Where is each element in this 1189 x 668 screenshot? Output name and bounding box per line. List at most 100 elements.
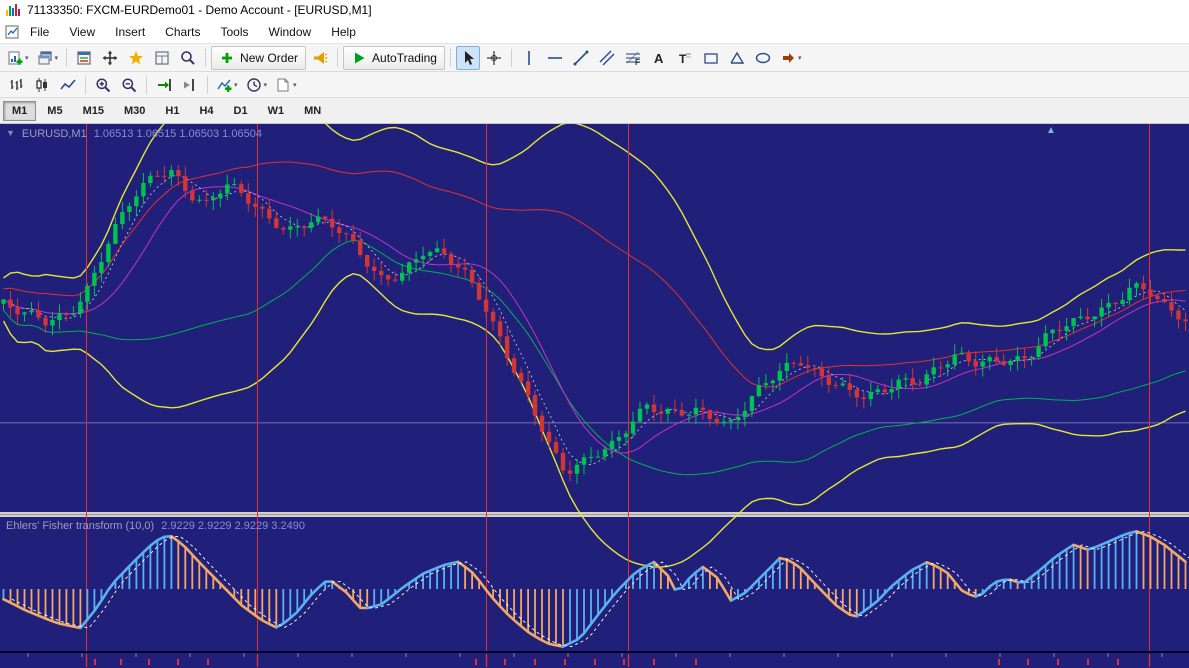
bars-chart-icon [8,77,24,93]
timeframe-m30-button[interactable]: M30 [115,101,154,121]
trendline-tool-button[interactable] [569,46,593,70]
market-watch-button[interactable] [72,46,96,70]
crosshair-icon [486,50,502,66]
new-chart-button[interactable]: ▾ [4,46,32,70]
chart-canvas[interactable] [0,124,1189,668]
indicators-button[interactable]: ▾ [213,73,241,97]
window-title: 71133350: FXCM-EURDemo01 - Demo Account … [27,3,372,17]
chart-window-icon[interactable] [4,24,20,40]
toolbar-separator [85,75,86,94]
cursor-tool-button[interactable] [455,45,480,70]
candlestick-chart-button[interactable] [30,73,54,97]
dropdown-caret-icon[interactable]: ▾ [264,81,268,89]
standard-toolbar: ▾ ▾ New Order AutoTrading F A T ▾ [0,44,1189,72]
ellipse-tool-button[interactable] [751,46,775,70]
zoom-out-button[interactable] [117,73,141,97]
crosshair-tool-button[interactable] [482,46,506,70]
fibonacci-retracement-tool-button[interactable]: F [621,46,645,70]
triangle-tool-button[interactable] [725,46,749,70]
horizontal-line-tool-button[interactable] [543,46,567,70]
vertical-line-tool-button[interactable] [517,46,541,70]
favorites-icon [128,50,144,66]
menu-tools[interactable]: Tools [211,22,259,42]
text-label-tool-button[interactable]: T [673,46,697,70]
chart-area[interactable]: ▼ EURUSD,M1 1.06513 1.06515 1.06503 1.06… [0,124,1189,668]
svg-text:A: A [654,51,664,66]
new-order-button-label: New Order [240,50,299,65]
menu-window[interactable]: Window [259,22,322,42]
profiles-icon [37,50,53,66]
dropdown-caret-icon[interactable]: ▾ [293,81,297,89]
menu-charts[interactable]: Charts [155,22,210,42]
line-chart-icon [60,77,76,93]
arrows-icon [780,50,796,66]
new-order-button[interactable]: New Order [211,45,307,70]
search-button[interactable] [176,46,200,70]
menu-view[interactable]: View [59,22,105,42]
timeframe-mn-button[interactable]: MN [295,101,330,121]
navigator-button[interactable] [98,46,122,70]
order-plus-icon [219,50,235,66]
hline-icon [547,50,563,66]
periods-button[interactable]: ▾ [243,73,271,97]
menubar: File View Insert Charts Tools Window Help [0,20,1189,44]
dropdown-caret-icon[interactable]: ▾ [234,81,238,89]
autotrading-button[interactable]: AutoTrading [343,45,445,70]
menu-file[interactable]: File [20,22,59,42]
menu-help[interactable]: Help [321,22,366,42]
triangle-shape-icon [729,50,745,66]
label-icon: T [677,50,693,66]
ellipse-shape-icon [755,50,771,66]
toolbar-separator [337,48,339,67]
fibo-icon: F [625,50,641,66]
charts-toolbar: ▾ ▾ ▾ [0,72,1189,98]
dropdown-caret-icon[interactable]: ▾ [55,54,59,62]
text-icon: A [651,50,667,66]
bar-chart-button[interactable] [4,73,28,97]
candles-chart-icon [34,77,50,93]
toolbar-separator [510,48,512,67]
app-icon [5,2,21,18]
periods-icon [246,77,262,93]
timeframe-m15-button[interactable]: M15 [74,101,113,121]
data-window-icon [154,50,170,66]
equidistant-channel-tool-button[interactable] [595,46,619,70]
zoom-out-icon [121,77,137,93]
toolbar-separator [66,48,68,67]
dropdown-caret-icon[interactable]: ▾ [25,54,29,62]
menu-insert[interactable]: Insert [105,22,155,42]
indicators-icon [216,77,232,93]
alerts-icon [312,50,328,66]
timeframe-m1-button[interactable]: M1 [3,100,37,121]
timeframe-h1-button[interactable]: H1 [156,101,188,121]
profiles-button[interactable]: ▾ [34,46,62,70]
dropdown-caret-icon[interactable]: ▾ [798,54,802,62]
alerts-button[interactable] [308,46,332,70]
zoom-in-button[interactable] [91,73,115,97]
timeframe-m5-button[interactable]: M5 [38,101,71,121]
timeframe-d1-button[interactable]: D1 [225,101,257,121]
tline-icon [573,50,589,66]
arrows-tool-button[interactable]: ▾ [777,46,805,70]
data-window-button[interactable] [150,46,174,70]
channel-icon [599,50,615,66]
timeframe-h4-button[interactable]: H4 [190,101,222,121]
play-icon [351,50,367,66]
favorites-button[interactable] [124,46,148,70]
new-chart-icon [7,50,23,66]
rectangle-tool-button[interactable] [699,46,723,70]
chart-shift-icon [182,77,198,93]
templates-button[interactable]: ▾ [272,73,300,97]
chart-shift-button[interactable] [178,73,202,97]
line-chart-button[interactable] [56,73,80,97]
titlebar: 71133350: FXCM-EURDemo01 - Demo Account … [0,0,1189,20]
text-tool-button[interactable]: A [647,46,671,70]
mt4-window: 71133350: FXCM-EURDemo01 - Demo Account … [0,0,1189,668]
menu-items: File View Insert Charts Tools Window Help [20,25,366,39]
rect-shape-icon [703,50,719,66]
timeframe-toolbar: M1 M5 M15 M30 H1 H4 D1 W1 MN [0,98,1189,124]
svg-text:T: T [679,52,687,66]
toolbar-separator [449,48,451,67]
auto-scroll-button[interactable] [152,73,176,97]
timeframe-w1-button[interactable]: W1 [259,101,294,121]
